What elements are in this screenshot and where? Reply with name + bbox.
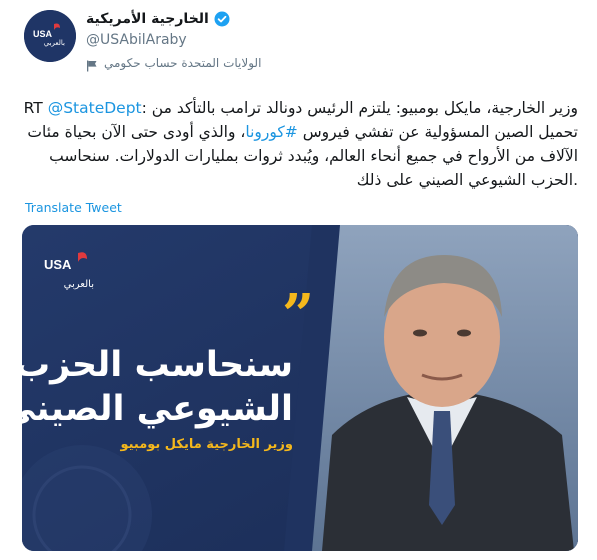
svg-text:بالعربي: بالعربي xyxy=(64,279,94,290)
flag-icon xyxy=(86,57,98,72)
svg-text:USA: USA xyxy=(33,29,53,39)
quote-mark-icon: ” xyxy=(282,282,315,348)
verified-badge-icon xyxy=(214,11,230,27)
usa-bilaraby-logo-icon: USA بالعربي xyxy=(44,252,94,290)
avatar[interactable]: USA بالعربي xyxy=(24,10,76,62)
mention-link[interactable]: @StateDept xyxy=(48,99,142,117)
svg-text:USA: USA xyxy=(44,257,72,272)
tweet-media-image[interactable]: USA بالعربي ” سنحاسب الحزب الشيوعي الصين… xyxy=(22,225,578,551)
quote-line-1: سنحاسب الحزب xyxy=(22,345,293,385)
account-handle[interactable]: @USAbilAraby xyxy=(86,30,286,50)
speaker-caption: وزير الخارجية مايكل بومبيو xyxy=(120,437,293,452)
portrait-illustration xyxy=(322,255,574,551)
translate-tweet-link[interactable]: Translate Tweet xyxy=(25,200,122,215)
quote-line-2: الشيوعي الصيني xyxy=(22,389,293,429)
display-name[interactable]: الخارجية الأمريكية xyxy=(86,11,209,27)
tweet-body: RT @StateDept: وزير الخارجية، مايكل بومب… xyxy=(22,96,578,192)
avatar-logo-icon: USA بالعربي xyxy=(24,10,76,62)
svg-text:بالعربي: بالعربي xyxy=(44,39,65,47)
retweet-prefix: RT xyxy=(23,99,43,117)
hashtag-link[interactable]: #كورونا xyxy=(245,123,297,141)
government-account-label: الولايات المتحدة حساب حكومي xyxy=(86,52,286,74)
tweet-header: USA بالعربي الخارجية الأمريكية @USAbilAr… xyxy=(0,0,597,80)
